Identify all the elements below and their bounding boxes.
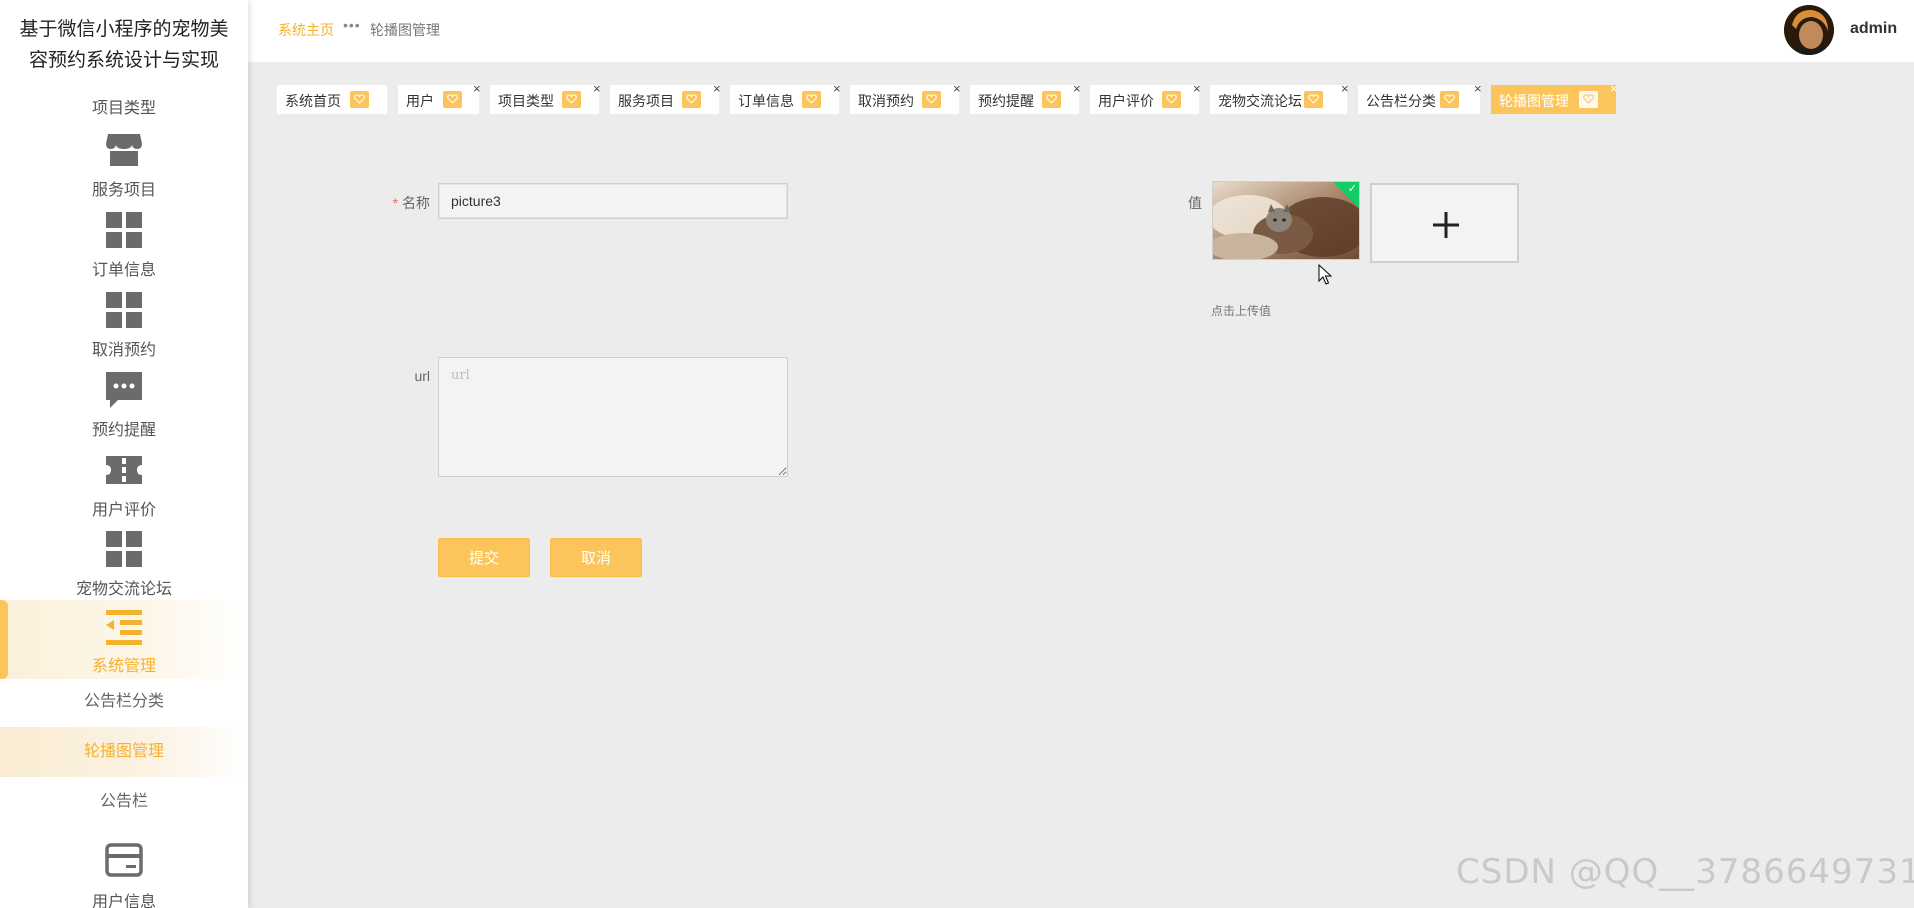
upload-hint: 点击上传值 [1211, 304, 1272, 318]
sidebar-subitem-carousel[interactable]: 轮播图管理 [0, 727, 248, 777]
sidebar-item-label: 系统管理 [91, 658, 156, 675]
tab-7[interactable]: 用户评价 × [1090, 82, 1201, 114]
tab-label: 轮播图管理 [1499, 93, 1569, 109]
plus-icon [1433, 212, 1459, 238]
avatar[interactable] [1784, 5, 1834, 55]
submit-button[interactable]: 提交 [438, 538, 530, 577]
close-icon[interactable]: × [1474, 82, 1482, 95]
heart-icon [802, 91, 821, 108]
tab-label: 取消预约 [858, 93, 914, 109]
heart-icon [682, 91, 701, 108]
heart-icon [1162, 91, 1181, 108]
sidebar-item-label: 取消预约 [91, 342, 156, 359]
grid-icon [106, 292, 142, 328]
grid-icon [106, 531, 142, 567]
sidebar-item-reviews[interactable]: 用户评价 [0, 450, 248, 529]
mouse-cursor-icon [1318, 264, 1332, 285]
sidebar-item-label: 用户评价 [91, 502, 156, 519]
close-icon[interactable]: × [953, 82, 961, 95]
upload-button[interactable] [1370, 183, 1519, 263]
close-icon[interactable]: × [833, 82, 841, 95]
sidebar-item-user-info[interactable]: 用户信息 [0, 840, 248, 908]
breadcrumb-current: 轮播图管理 [370, 22, 440, 38]
heart-icon [562, 91, 581, 108]
sidebar-item-project-type[interactable]: 项目类型 [0, 100, 248, 116]
ticket-icon [106, 456, 142, 484]
tab-10[interactable]: 轮播图管理 × [1491, 82, 1618, 114]
tab-3[interactable]: 服务项目 × [610, 82, 721, 114]
tab-1[interactable]: 用户 × [398, 82, 481, 114]
sidebar-item-service[interactable]: 服务项目 [0, 130, 248, 209]
chat-icon [106, 372, 142, 408]
tab-label: 服务项目 [618, 93, 674, 109]
close-icon[interactable]: × [1610, 82, 1618, 95]
url-label: url [414, 368, 430, 384]
tab-9[interactable]: 公告栏分类 × [1358, 82, 1482, 114]
sidebar-item-label: 预约提醒 [91, 422, 156, 439]
heart-icon [922, 91, 941, 108]
tab-8[interactable]: 宠物交流论坛 × [1210, 82, 1349, 114]
tab-label: 预约提醒 [978, 93, 1034, 109]
breadcrumb-separator: ••• [343, 17, 361, 33]
sidebar-item-label: 服务项目 [91, 182, 156, 199]
list-indent-icon [106, 610, 142, 645]
close-icon[interactable]: × [1073, 82, 1081, 95]
cancel-button[interactable]: 取消 [550, 538, 642, 577]
name-input[interactable] [438, 183, 788, 219]
tab-6[interactable]: 预约提醒 × [970, 82, 1081, 114]
tab-label: 用户 [406, 93, 434, 109]
heart-icon [1440, 91, 1459, 108]
tab-label: 系统首页 [285, 93, 341, 109]
card-icon [105, 843, 143, 877]
close-icon[interactable]: × [473, 82, 481, 95]
close-icon[interactable]: × [713, 82, 721, 95]
app-title: 基于微信小程序的宠物美 容预约系统设计与实现 [0, 14, 248, 76]
shop-icon [106, 134, 142, 166]
sidebar-item-cancel-booking[interactable]: 取消预约 [0, 290, 248, 369]
sidebar-item-label: 用户信息 [91, 894, 156, 908]
tab-label: 用户评价 [1098, 93, 1154, 109]
required-mark: * [392, 195, 399, 211]
sidebar-item-label: 订单信息 [91, 262, 156, 279]
sidebar-item-reminder[interactable]: 预约提醒 [0, 370, 248, 449]
tab-0[interactable]: 系统首页 [277, 85, 387, 114]
url-textarea[interactable] [438, 357, 788, 477]
uploaded-image-thumbnail[interactable]: ✓ [1212, 181, 1360, 260]
top-header: 系统主页 ••• 轮播图管理 admin [248, 0, 1914, 62]
heart-icon [443, 91, 462, 108]
sidebar-item-label: 宠物交流论坛 [75, 581, 172, 598]
name-label-text: 名称 [402, 195, 430, 211]
tab-label: 公告栏分类 [1366, 93, 1436, 109]
tab-2[interactable]: 项目类型 × [490, 82, 601, 114]
sidebar-item-system[interactable]: 系统管理 [0, 600, 248, 679]
check-icon: ✓ [1347, 183, 1357, 195]
tab-5[interactable]: 取消预约 × [850, 82, 961, 114]
tab-label: 订单信息 [738, 93, 794, 109]
sidebar-subitem-notice-category[interactable]: 公告栏分类 [0, 677, 248, 727]
tab-label: 宠物交流论坛 [1218, 93, 1302, 109]
name-label: * 名称 [380, 193, 430, 213]
close-icon[interactable]: × [1193, 82, 1201, 95]
app-title-line2: 容预约系统设计与实现 [28, 50, 219, 71]
heart-icon [1042, 91, 1061, 108]
grid-icon [106, 212, 142, 248]
breadcrumb-home[interactable]: 系统主页 [278, 20, 334, 40]
sidebar-item-label: 项目类型 [91, 100, 156, 116]
sidebar-item-orders[interactable]: 订单信息 [0, 210, 248, 289]
close-icon[interactable]: × [593, 82, 601, 95]
app-title-line1: 基于微信小程序的宠物美 [19, 19, 229, 40]
value-label: 值 [1188, 195, 1202, 211]
tab-4[interactable]: 订单信息 × [730, 82, 841, 114]
watermark: CSDN @QQ__3786649731 [1456, 852, 1914, 892]
close-icon[interactable]: × [1341, 82, 1349, 95]
username[interactable]: admin [1850, 20, 1897, 38]
sidebar-item-forum[interactable]: 宠物交流论坛 [0, 529, 248, 608]
heart-icon [1304, 91, 1323, 108]
tab-label: 项目类型 [498, 93, 554, 109]
sidebar-subitem-notice[interactable]: 公告栏 [0, 777, 248, 827]
heart-icon [350, 91, 369, 108]
sidebar: 项目类型 服务项目 订单信息 取消预约 预约提醒 用户评价 宠物交流论坛 系统管… [0, 0, 248, 908]
heart-icon [1579, 91, 1598, 108]
